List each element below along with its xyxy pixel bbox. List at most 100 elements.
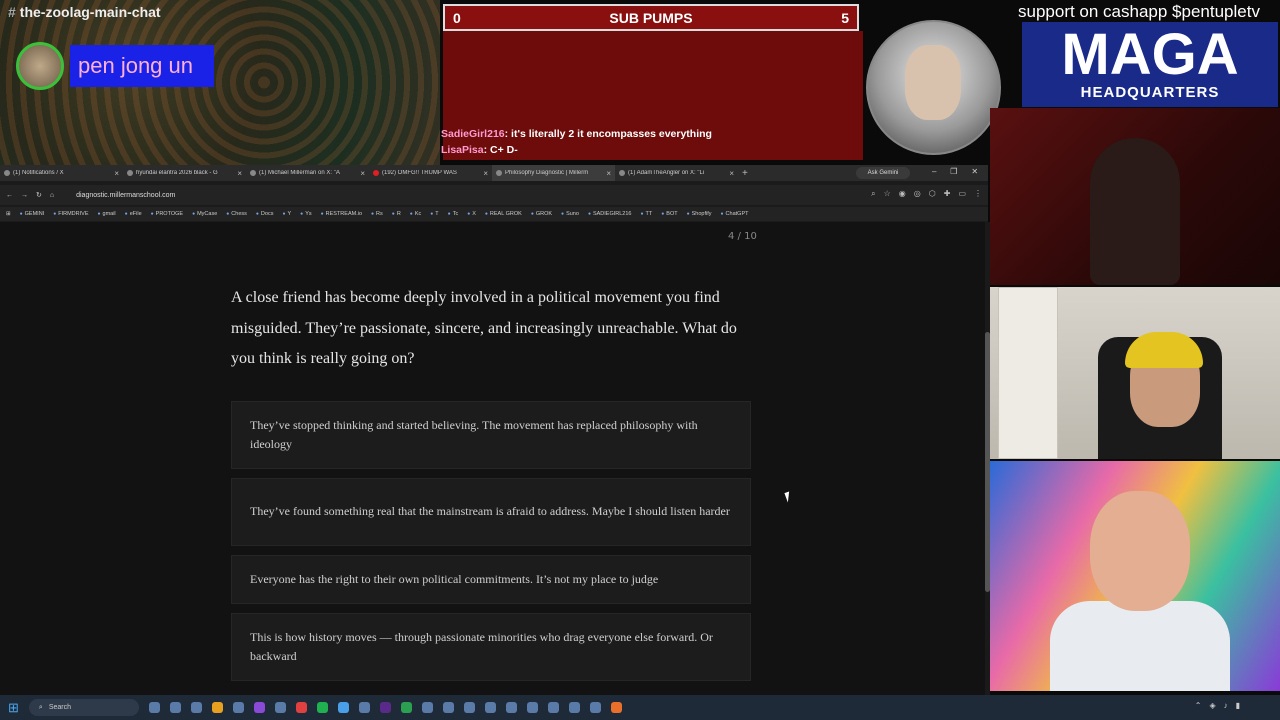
excel-icon[interactable] [400, 702, 412, 713]
url-field[interactable]: diagnostic.millermanschool.com [76, 192, 175, 199]
reload-icon[interactable]: ↻ [36, 191, 42, 199]
bookmark-star-icon[interactable]: ☆ [884, 189, 891, 199]
bookmark-item[interactable]: Kc [410, 211, 421, 217]
apps-icon[interactable]: ⊞ [6, 211, 11, 217]
bookmark-item[interactable]: PROTOGE [151, 211, 183, 217]
answer-option-4[interactable]: This is how history moves — through pass… [231, 613, 751, 681]
home-icon[interactable]: ⌂ [50, 192, 54, 199]
bookmark-item[interactable]: REAL GROK [485, 211, 522, 217]
tab-notifications[interactable]: (1) Notifications / X × [0, 165, 123, 181]
bookmark-item[interactable]: BOT [661, 211, 677, 217]
folder-icon[interactable] [211, 702, 223, 713]
battery-icon[interactable]: ▮ [1236, 701, 1240, 710]
taskbar-app-icon[interactable] [232, 702, 244, 713]
taskbar-app-icon[interactable] [337, 702, 349, 713]
tab-hyundai[interactable]: hyundai elantra 2026 black - G × [123, 165, 246, 181]
extension-icon[interactable]: ⬡ [929, 189, 936, 199]
volume-icon[interactable]: ♪ [1224, 701, 1228, 710]
spotify-icon[interactable] [316, 702, 328, 713]
zoom-icon[interactable]: ⌕ [871, 189, 875, 199]
taskbar-app-icon[interactable] [526, 702, 538, 713]
avatar [16, 42, 64, 90]
maga-logo: MAGA HEADQUARTERS [1022, 22, 1278, 107]
bookmark-item[interactable]: GEMINI [20, 211, 45, 217]
tab-philosophy-diagnostic[interactable]: Philosophy Diagnostic | Millerm × [492, 165, 615, 181]
search-icon: ⌕ [38, 703, 43, 711]
taskbar-app-icon[interactable] [169, 702, 181, 713]
taskbar-app-icon[interactable] [253, 702, 265, 713]
bookmark-item[interactable]: RESTREAM.io [321, 211, 362, 217]
taskbar-app-icon[interactable] [358, 702, 370, 713]
chrome-icon[interactable] [295, 702, 307, 713]
bookmark-item[interactable]: eFile [125, 211, 142, 217]
taskbar-search[interactable]: ⌕ Search [28, 699, 139, 716]
restore-icon[interactable]: ❐ [950, 167, 957, 179]
taskbar-app-icon[interactable] [610, 702, 622, 713]
bookmark-item[interactable]: FIRMDRIVE [53, 211, 88, 217]
youtube-icon [373, 170, 379, 176]
bookmark-item[interactable]: Shopfify [687, 211, 712, 217]
close-icon[interactable]: × [360, 169, 365, 178]
menu-icon[interactable]: ⋮ [974, 189, 982, 199]
toolbar-icons: ⌕ ☆ ◉ ◎ ⬡ ✚ ▭ ⋮ [871, 189, 982, 199]
chevron-up-icon[interactable]: ⌃ [1195, 701, 1202, 710]
bookmark-item[interactable]: ChatGPT [721, 211, 749, 217]
sidebar-icon[interactable]: ▭ [958, 189, 966, 199]
bookmark-item[interactable]: Y [282, 211, 291, 217]
ask-gemini-button[interactable]: Ask Gemini [856, 167, 910, 179]
close-icon[interactable]: ✕ [971, 167, 978, 179]
taskbar-app-icon[interactable] [547, 702, 559, 713]
tab-youtube[interactable]: (192) OMFG!! TRUMP WAS × [369, 165, 492, 181]
new-tab-button[interactable]: + [742, 168, 748, 179]
bookmark-item[interactable]: SADIEGIRL216 [588, 211, 632, 217]
tab-bar: (1) Notifications / X × hyundai elantra 2… [0, 165, 988, 181]
bookmark-item[interactable]: MyCase [192, 211, 217, 217]
taskbar-app-icon[interactable] [148, 702, 160, 713]
taskbar-app-icon[interactable] [484, 702, 496, 713]
taskbar-app-icon[interactable] [463, 702, 475, 713]
webcam-1 [990, 108, 1280, 285]
bookmark-item[interactable]: R [392, 211, 401, 217]
close-icon[interactable]: × [114, 169, 119, 178]
bookmark-item[interactable]: Docs [256, 211, 274, 217]
bookmark-item[interactable]: Chess [226, 211, 247, 217]
taskbar-app-icon[interactable] [421, 702, 433, 713]
taskbar-app-icon[interactable] [190, 702, 202, 713]
close-icon[interactable]: × [483, 169, 488, 178]
extension-icon[interactable]: ◎ [914, 189, 921, 199]
back-icon[interactable]: ← [6, 192, 13, 199]
close-icon[interactable]: × [606, 169, 611, 178]
tab-adamtheangler[interactable]: (1) AdamTheAngler on X: "Li × [615, 165, 738, 181]
close-icon[interactable]: × [729, 169, 734, 178]
bookmark-item[interactable]: TT [641, 211, 653, 217]
network-icon[interactable]: ◈ [1209, 701, 1215, 710]
bookmark-item[interactable]: GROK [531, 211, 552, 217]
taskbar-app-icon[interactable] [568, 702, 580, 713]
forward-icon[interactable]: → [21, 192, 28, 199]
taskbar-app-icon[interactable] [589, 702, 601, 713]
bookmark-item[interactable]: Ys [300, 211, 311, 217]
bookmark-item[interactable]: Tc [448, 211, 459, 217]
answer-option-3[interactable]: Everyone has the right to their own poli… [231, 555, 751, 604]
minimize-icon[interactable]: – [932, 167, 936, 179]
windows-start-icon[interactable]: ⊞ [8, 700, 19, 716]
extension-icon[interactable]: ◉ [899, 189, 906, 199]
answer-option-1[interactable]: They’ve stopped thinking and started bel… [231, 401, 751, 469]
score-bar: 0 SUB PUMPS 5 [443, 4, 859, 31]
bookmark-item[interactable]: Suno [561, 211, 579, 217]
puzzle-icon[interactable]: ✚ [944, 189, 951, 199]
taskbar-app-icon[interactable] [274, 702, 286, 713]
bookmark-item[interactable]: Rs [371, 211, 383, 217]
bookmark-item[interactable]: gmail [97, 211, 116, 217]
bookmark-item[interactable]: X [467, 211, 476, 217]
taskbar-app-icon[interactable] [505, 702, 517, 713]
scrollbar[interactable] [985, 222, 990, 695]
chat-messages: SadieGirl216: it's literally 2 it encomp… [441, 127, 712, 158]
close-icon[interactable]: × [237, 169, 242, 178]
taskbar-app-icon[interactable] [442, 702, 454, 713]
bookmark-item[interactable]: T [430, 211, 438, 217]
scrollbar-thumb[interactable] [985, 332, 990, 592]
premiere-icon[interactable] [379, 702, 391, 713]
answer-option-2[interactable]: They’ve found something real that the ma… [231, 478, 751, 546]
tab-millerman[interactable]: (1) Michael Millerman on X: "A × [246, 165, 369, 181]
